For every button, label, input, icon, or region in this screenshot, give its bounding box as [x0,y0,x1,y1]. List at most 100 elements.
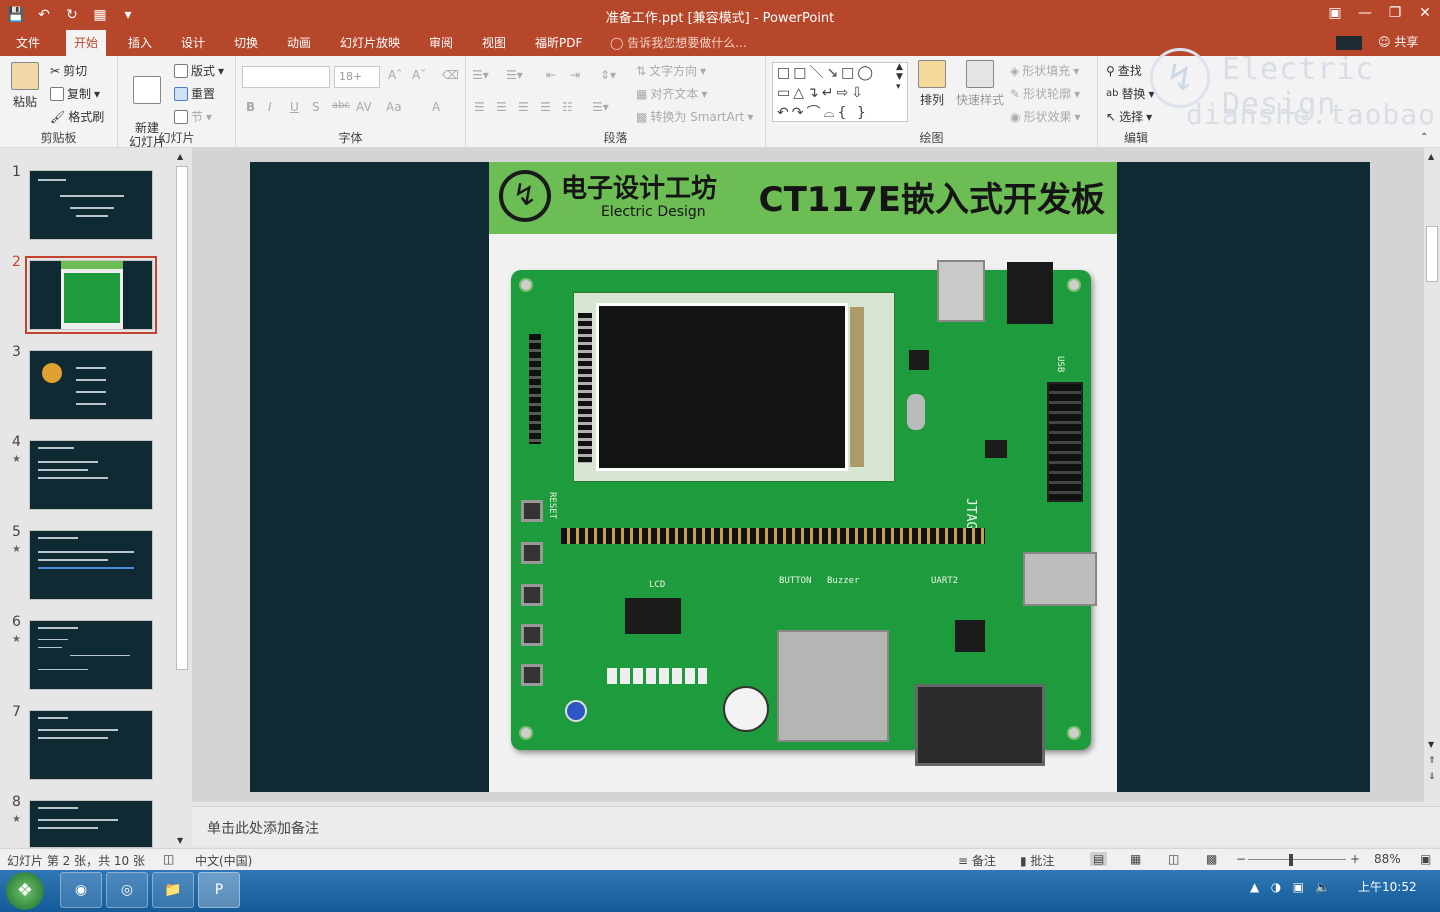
section-button[interactable]: 节 ▾ [174,108,212,125]
slide-thumbnail-5[interactable] [29,530,153,600]
tab-foxit-pdf[interactable]: 福昕PDF [535,34,582,52]
change-case-button[interactable]: Aa [386,100,402,114]
tell-me-search[interactable]: ◯ 告诉我您想要做什么... [610,34,747,51]
smartart-button[interactable]: ▩ 转换为 SmartArt ▾ [636,108,753,125]
canvas-scrollbar[interactable]: ▲ ▼ ⇑ ⇓ [1424,148,1440,802]
bold-button[interactable]: B [246,100,255,114]
scroll-up-icon[interactable]: ▲ [177,152,183,161]
zoom-in-button[interactable]: + [1350,852,1360,866]
taskbar-clock[interactable]: 上午10:52 [1358,878,1417,895]
fit-slide-icon[interactable]: ▣ [1420,852,1431,866]
scroll-up-icon[interactable]: ▲ [1428,152,1434,161]
explorer-taskbar-icon[interactable]: 📁 [152,872,194,908]
underline-button[interactable]: U [290,100,299,114]
shape-effects-button[interactable]: ◉ 形状效果 ▾ [1010,108,1081,125]
volume-icon[interactable]: 🔈 [1315,880,1330,894]
comments-toggle[interactable]: ▮ 批注 [1020,852,1054,869]
layout-button[interactable]: 版式 ▾ [174,62,224,79]
align-left-icon[interactable]: ☰ [474,100,485,114]
notes-toggle[interactable]: ≡ 备注 [958,852,996,869]
strikethrough-button[interactable]: abc [332,100,350,111]
align-right-icon[interactable]: ☰ [518,100,529,114]
previous-slide-icon[interactable]: ⇑ [1428,756,1436,766]
find-button[interactable]: ⚲ 查找 [1106,62,1142,79]
powerpoint-taskbar-icon[interactable]: P [198,872,240,908]
clear-format-icon[interactable]: ⌫ [442,68,459,82]
scroll-down-icon[interactable]: ▼ [177,836,183,845]
slide-thumbnail-6[interactable] [29,620,153,690]
scroll-thumb[interactable] [176,166,188,670]
language-status[interactable]: 中文(中国) [195,852,252,869]
shape-outline-button[interactable]: ✎ 形状轮廓 ▾ [1010,85,1080,102]
tray-expand-icon[interactable]: ▲ [1250,880,1259,894]
zoom-slider[interactable] [1248,859,1346,860]
monitor-icon[interactable]: ▣ [1293,880,1304,894]
tab-animations[interactable]: 动画 [287,34,311,52]
scroll-thumb[interactable] [1426,226,1438,282]
slideshow-icon[interactable]: ▩ [1206,852,1217,866]
columns-icon[interactable]: ☷ [562,100,573,114]
increase-indent-icon[interactable]: ⇥ [570,68,580,82]
align-text-button[interactable]: ▦ 对齐文本 ▾ [636,85,707,102]
slide-thumbnail-1[interactable] [29,170,153,240]
slide-thumbnail-4[interactable] [29,440,153,510]
zoom-level[interactable]: 88% [1374,852,1401,866]
line-spacing-icon[interactable]: ⇕▾ [600,68,616,82]
notes-pane[interactable]: 单击此处添加备注 [192,806,1440,846]
select-button[interactable]: ↖ 选择 ▾ [1106,108,1152,125]
zoom-out-button[interactable]: − [1236,852,1246,866]
shape-fill-button[interactable]: ◈ 形状填充 ▾ [1010,62,1079,79]
reading-view-icon[interactable]: ◫ [1168,852,1179,866]
format-painter-button[interactable]: 🖌 格式刷 [50,108,104,125]
restore-button[interactable]: ❐ [1380,0,1410,26]
slide-thumbnail-2[interactable] [25,256,157,334]
justify-icon[interactable]: ☰ [540,100,551,114]
network-status-icon[interactable]: ◑ [1271,880,1281,894]
arrange-button[interactable]: 排列 [914,60,950,108]
current-slide[interactable]: ↯ 电子设计工坊 Electric Design CT117E嵌入式开发板 JT… [250,162,1370,792]
slide-thumbnail-7[interactable] [29,710,153,780]
tab-design[interactable]: 设计 [181,34,205,52]
reset-button[interactable]: 重置 [174,85,215,102]
tab-review[interactable]: 审阅 [429,34,453,52]
tab-home[interactable]: 开始 [66,30,107,56]
tab-transitions[interactable]: 切换 [234,34,258,52]
font-name-combo[interactable] [242,66,330,88]
shadow-button[interactable]: S [312,100,320,114]
tab-slideshow[interactable]: 幻灯片放映 [340,34,400,52]
next-slide-icon[interactable]: ⇓ [1428,772,1436,782]
chrome-taskbar-icon[interactable]: ◉ [60,872,102,908]
paste-button[interactable]: 粘贴 [8,62,42,110]
bullets-icon[interactable]: ☰▾ [472,68,489,82]
board-photo[interactable]: ↯ 电子设计工坊 Electric Design CT117E嵌入式开发板 JT… [489,162,1117,792]
replace-button[interactable]: ab 替换 ▾ [1106,85,1155,102]
italic-button[interactable]: I [268,100,272,114]
slide-thumbnail-8[interactable] [29,800,153,848]
font-size-combo[interactable]: 18+ [334,66,380,88]
shrink-font-icon[interactable]: Aˇ [412,68,426,82]
spellcheck-icon[interactable]: ◫ [163,852,174,866]
slide-thumbnail-3[interactable] [29,350,153,420]
font-color-button[interactable]: A [432,100,440,114]
cut-button[interactable]: ✂ 剪切 [50,62,87,79]
thumbnail-scrollbar[interactable]: ▲ ▼ [175,152,189,848]
tab-file[interactable]: 文件 [16,34,40,52]
numbering-icon[interactable]: ☰▾ [506,68,523,82]
zoom-slider-knob[interactable] [1289,854,1293,866]
app-taskbar-icon[interactable]: ◎ [106,872,148,908]
start-button[interactable]: ❖ [6,872,44,910]
text-box-align-icon[interactable]: ☰▾ [592,100,609,114]
align-center-icon[interactable]: ☰ [496,100,507,114]
shapes-scroll[interactable]: ▲ ▼ ▾ [896,62,903,92]
text-direction-button[interactable]: ⇅ 文字方向 ▾ [636,62,706,79]
tab-view[interactable]: 视图 [482,34,506,52]
decrease-indent-icon[interactable]: ⇤ [546,68,556,82]
shapes-gallery[interactable]: □□＼↘□◯ ▭△↴↵⇨⇩ ↶↷⌒⌓{ } [772,62,908,122]
grow-font-icon[interactable]: Aˆ [388,68,402,82]
minimize-button[interactable]: — [1350,0,1380,26]
char-spacing-button[interactable]: AV [356,100,372,114]
normal-view-icon[interactable]: ▤ [1090,852,1108,866]
scroll-down-icon[interactable]: ▼ [1428,740,1434,749]
slide-sorter-icon[interactable]: ▦ [1130,852,1141,866]
tab-insert[interactable]: 插入 [128,34,152,52]
